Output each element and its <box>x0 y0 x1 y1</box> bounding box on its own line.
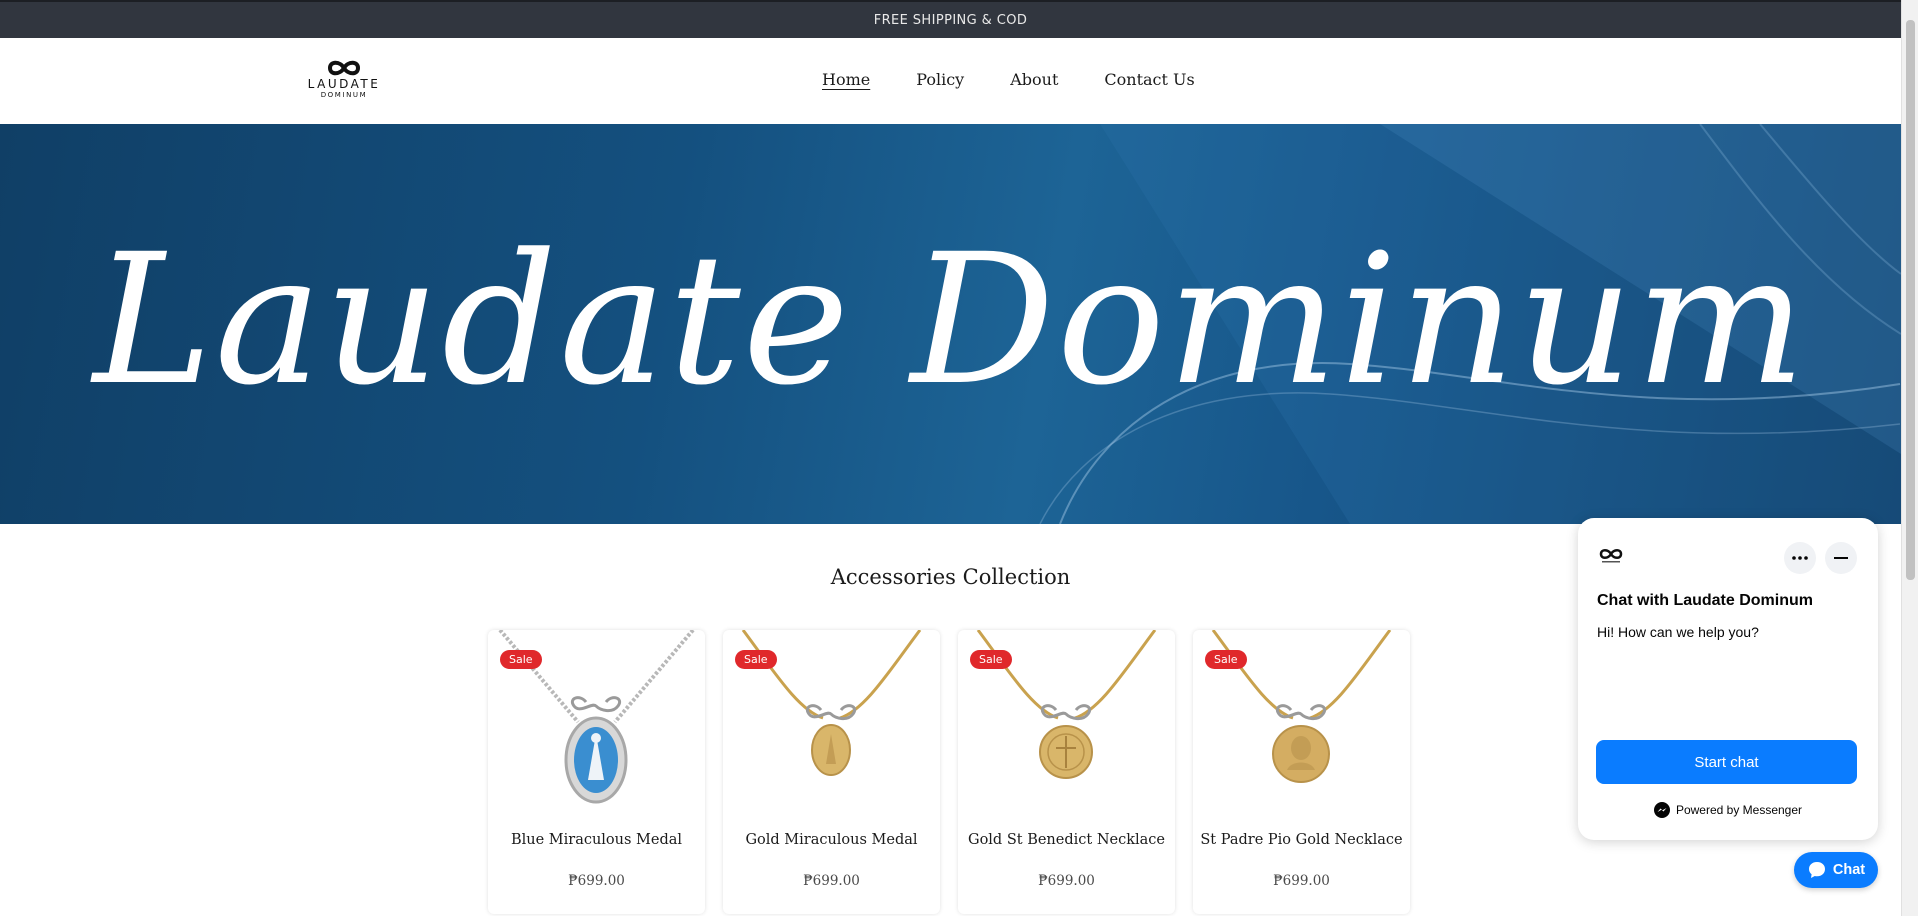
page-scrollbar[interactable] <box>1901 0 1918 916</box>
chat-brand-logo-icon <box>1599 549 1623 563</box>
product-price: ₱699.00 <box>1038 873 1095 889</box>
nav-about[interactable]: About <box>1010 70 1058 89</box>
sale-badge: Sale <box>500 650 542 669</box>
nav-policy[interactable]: Policy <box>916 70 964 89</box>
nav-contact-us[interactable]: Contact Us <box>1104 70 1194 89</box>
chat-greeting: Hi! How can we help you? <box>1597 624 1759 640</box>
site-logo[interactable]: LAUDATE DOMINUM <box>298 58 390 108</box>
product-card[interactable]: Sale St Padre Pio Gold Necklace ₱699.00 <box>1193 630 1410 914</box>
sale-badge: Sale <box>735 650 777 669</box>
hero-title: Laudate Dominum <box>93 216 1808 425</box>
nav-home[interactable]: Home <box>822 70 870 89</box>
chat-more-options-button[interactable] <box>1784 542 1816 574</box>
main-nav: Home Policy About Contact Us <box>822 70 1195 89</box>
product-name[interactable]: Gold St Benedict Necklace <box>958 832 1175 848</box>
announcement-bar: FREE SHIPPING & COD <box>0 0 1901 38</box>
product-price: ₱699.00 <box>1273 873 1330 889</box>
product-grid: Sale Blue Miraculous Medal ₱699.00 Sale … <box>488 630 1410 914</box>
product-card[interactable]: Sale Blue Miraculous Medal ₱699.00 <box>488 630 705 914</box>
chat-minimize-button[interactable] <box>1825 542 1857 574</box>
scrollbar-thumb[interactable] <box>1906 20 1915 580</box>
chat-bubble-icon <box>1808 862 1825 878</box>
minimize-icon <box>1834 557 1848 559</box>
chat-launcher-label: Chat <box>1832 862 1866 878</box>
sale-badge: Sale <box>1205 650 1247 669</box>
start-chat-button[interactable]: Start chat <box>1596 740 1857 784</box>
messenger-icon <box>1653 802 1670 818</box>
powered-by-messenger[interactable]: Powered by Messenger <box>1578 802 1878 818</box>
site-header: LAUDATE DOMINUM Home Policy About Contac… <box>0 38 1901 124</box>
logo-word: LAUDATE <box>307 77 381 91</box>
chat-launcher-button[interactable]: Chat <box>1794 852 1878 888</box>
product-card[interactable]: Sale Gold Miraculous Medal ₱699.00 <box>723 630 940 914</box>
hero-banner: Laudate Dominum <box>0 124 1901 524</box>
messenger-chat-panel: Chat with Laudate Dominum Hi! How can we… <box>1578 518 1878 840</box>
product-name[interactable]: Blue Miraculous Medal <box>488 832 705 848</box>
product-name[interactable]: St Padre Pio Gold Necklace <box>1193 832 1410 848</box>
chat-title: Chat with Laudate Dominum <box>1597 592 1813 609</box>
product-price: ₱699.00 <box>568 873 625 889</box>
announcement-text: FREE SHIPPING & COD <box>873 12 1028 28</box>
infinity-logo-icon <box>327 60 361 76</box>
product-price: ₱699.00 <box>803 873 860 889</box>
more-dots-icon <box>1792 556 1808 560</box>
product-card[interactable]: Sale Gold St Benedict Necklace ₱699.00 <box>958 630 1175 914</box>
powered-by-label: Powered by Messenger <box>1675 803 1803 817</box>
logo-subword: DOMINUM <box>320 91 368 99</box>
product-name[interactable]: Gold Miraculous Medal <box>723 832 940 848</box>
sale-badge: Sale <box>970 650 1012 669</box>
